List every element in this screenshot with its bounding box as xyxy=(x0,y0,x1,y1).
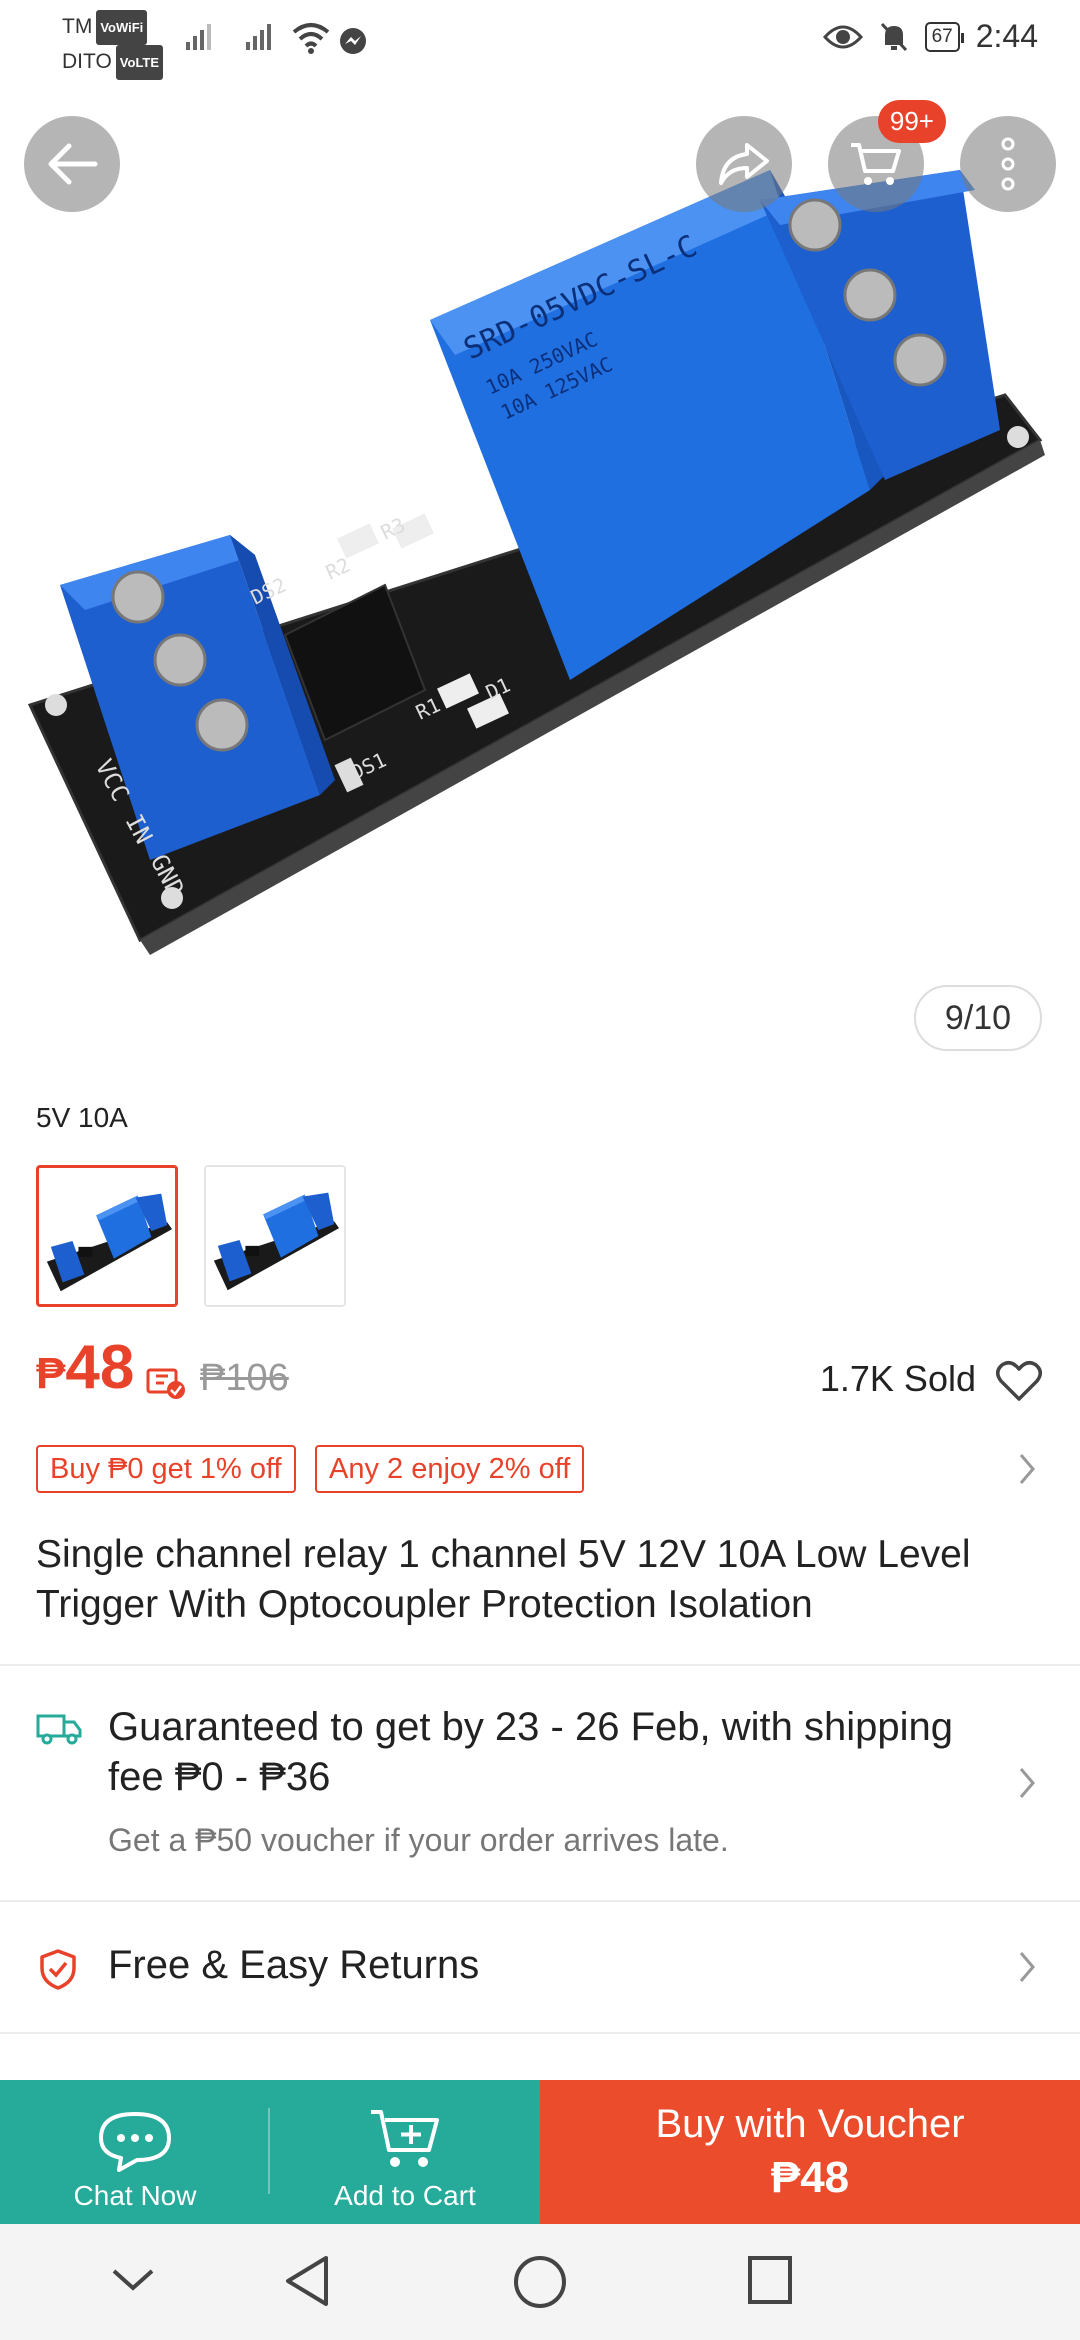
divider xyxy=(0,2032,1080,2034)
product-page: VCC IN GND R3 R2 DS2 D1 R1 DS1 SRD-05VDC… xyxy=(0,0,1080,2340)
price-value: 48 xyxy=(65,1333,135,1402)
carrier-2-tag: VoLTE xyxy=(115,45,164,80)
shipping-guarantee[interactable]: Guaranteed to get by 23 - 26 Feb, with s… xyxy=(108,1702,968,1802)
shipping-voucher-note: Get a ₱50 voucher if your order arrives … xyxy=(108,1822,729,1858)
clock: 2:44 xyxy=(975,18,1038,54)
returns-row[interactable]: Free & Easy Returns xyxy=(108,1943,479,1988)
current-price: ₱48 xyxy=(36,1332,134,1403)
add-to-cart-label: Add to Cart xyxy=(334,2180,476,2211)
price-currency: ₱ xyxy=(36,1349,66,1398)
back-button[interactable] xyxy=(24,116,120,212)
more-button[interactable] xyxy=(960,116,1056,212)
nav-down-icon xyxy=(112,2269,154,2291)
cart-badge: 99+ xyxy=(877,100,946,143)
nav-recent-icon xyxy=(748,2256,792,2304)
pcb-label-r2: R2 xyxy=(322,553,354,585)
favorite-button[interactable] xyxy=(996,1360,1042,1407)
carrier-info: TM VoWiFi DITO VoLTE xyxy=(62,10,164,80)
shield-check-icon xyxy=(38,1948,78,1995)
sold-count: 1.7K Sold xyxy=(819,1358,976,1399)
chat-now-button[interactable]: Chat Now xyxy=(0,2080,270,2224)
status-right: 67 2:44 xyxy=(822,18,1038,55)
variant-thumb-image xyxy=(213,1192,340,1291)
carrier-1-tag: VoWiFi xyxy=(96,10,148,45)
chat-icon xyxy=(99,2112,171,2172)
wifi-icon xyxy=(292,22,330,59)
product-title: Single channel relay 1 channel 5V 12V 10… xyxy=(36,1533,971,1626)
promo-chevron-icon[interactable] xyxy=(1018,1452,1036,1491)
voucher-icon xyxy=(146,1366,186,1405)
cart-button[interactable]: 99+ xyxy=(828,100,946,212)
nav-recent-button[interactable] xyxy=(746,2254,794,2311)
battery-indicator: 67 xyxy=(924,21,964,52)
add-cart-icon xyxy=(371,2110,439,2167)
nav-down-button[interactable] xyxy=(110,2266,156,2299)
action-separator xyxy=(268,2108,270,2194)
buy-label: Buy with Voucher xyxy=(655,2101,965,2146)
promo-tag-2[interactable]: Any 2 enjoy 2% off xyxy=(315,1445,585,1493)
status-bar: TM VoWiFi DITO VoLTE 67 2:44 xyxy=(0,0,1080,90)
truck-icon xyxy=(36,1712,82,1751)
add-to-cart-button[interactable]: Add to Cart xyxy=(270,2080,540,2224)
action-bar-left: Chat Now Add to Cart xyxy=(0,2080,540,2224)
variant-thumb-2[interactable] xyxy=(204,1165,346,1307)
carrier-2: DITO xyxy=(62,50,112,74)
mute-bell-icon xyxy=(880,22,907,51)
more-icon xyxy=(1001,137,1015,191)
divider xyxy=(0,1664,1080,1666)
image-counter: 9/10 xyxy=(914,985,1042,1051)
nav-home-icon xyxy=(514,2256,566,2308)
divider xyxy=(0,1900,1080,1902)
variant-label: 5V 10A xyxy=(36,1102,128,1133)
share-icon xyxy=(719,143,769,185)
promo-tag-1[interactable]: Buy ₱0 get 1% off xyxy=(36,1445,296,1493)
system-nav-bar xyxy=(0,2224,1080,2340)
nav-back-button[interactable] xyxy=(284,2254,330,2313)
variant-thumb-1[interactable] xyxy=(36,1165,178,1307)
variant-thumb-image xyxy=(46,1193,173,1292)
eye-icon xyxy=(822,25,863,48)
nav-home-button[interactable] xyxy=(512,2254,568,2315)
nav-back-icon xyxy=(286,2256,328,2306)
returns-chevron-icon[interactable] xyxy=(1018,1950,1036,1989)
share-button[interactable] xyxy=(696,116,792,212)
buy-price: ₱48 xyxy=(770,2152,850,2202)
back-arrow-icon xyxy=(48,143,98,185)
carrier-1: TM xyxy=(62,15,93,39)
cart-icon xyxy=(851,143,901,185)
action-bar: Chat Now Add to Cart Buy with Voucher ₱4… xyxy=(0,2080,1080,2224)
chat-now-label: Chat Now xyxy=(73,2180,197,2211)
shipping-chevron-icon[interactable] xyxy=(1018,1766,1036,1805)
heart-icon xyxy=(996,1361,1042,1401)
original-price: ₱106 xyxy=(200,1357,289,1399)
messenger-icon xyxy=(338,26,368,61)
signal-1-icon xyxy=(186,24,214,50)
buy-with-voucher-button[interactable]: Buy with Voucher ₱48 xyxy=(540,2080,1080,2224)
signal-2-icon xyxy=(246,24,274,50)
